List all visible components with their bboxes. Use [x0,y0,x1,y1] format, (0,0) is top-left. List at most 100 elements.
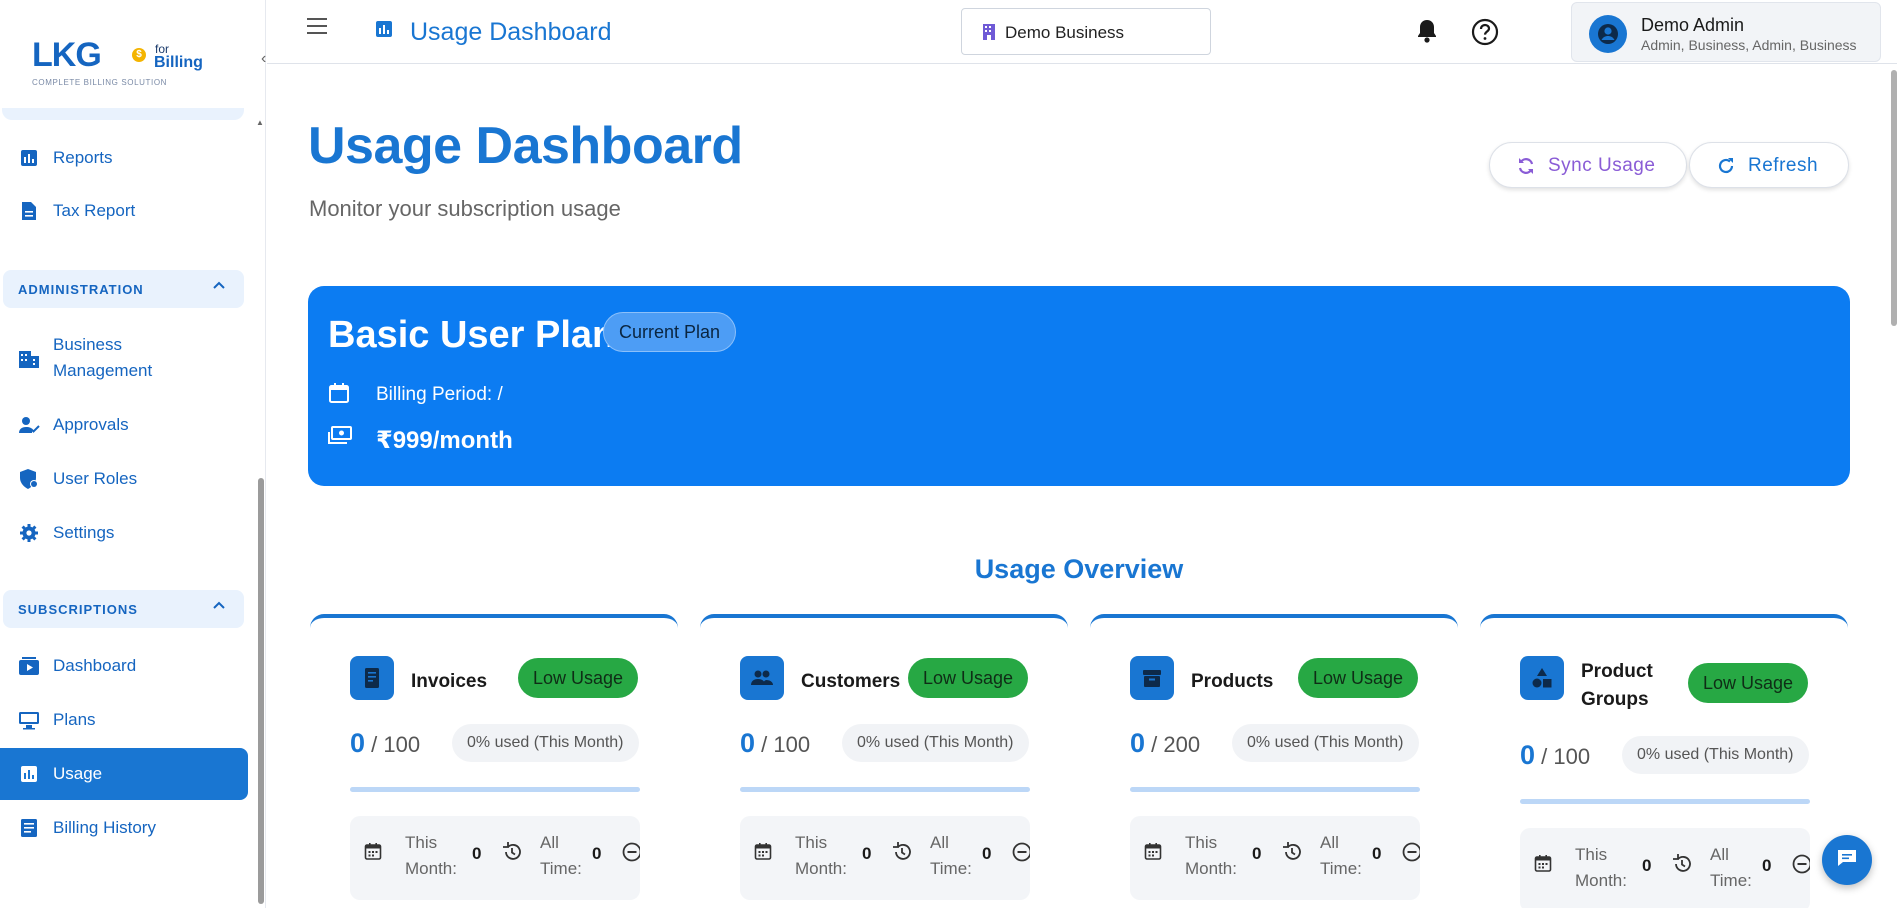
people-icon [740,656,784,700]
sidebar-item-plans[interactable]: Plans [0,707,248,733]
chevron-up-icon [212,598,226,617]
help-icon[interactable] [1471,18,1499,51]
user-name: Demo Admin [1641,15,1745,35]
all-time-value: 0 [592,844,602,863]
billing-period: Billing Period: / [376,384,503,405]
plan-name: Basic User Plan [328,314,616,356]
sidebar-item-label: User Roles [53,469,138,488]
plan-price: ₹999/month [376,427,513,454]
current-plan-card: Basic User Plan Current Plan Billing Per… [308,286,1850,486]
brand-name: LKG [32,36,102,74]
cash-icon [328,426,352,452]
menu-icon[interactable] [307,18,327,34]
section-header-label: SUBSCRIPTIONS [18,602,138,617]
refresh-label: Refresh [1748,155,1819,176]
usage-percent-chip: 0% used (This Month) [1232,724,1419,762]
usage-overview-title: Usage Overview [974,554,1184,584]
brand-logo[interactable]: LKG $ for Billing COMPLETE BILLING SOLUT… [30,34,230,90]
sidebar-scroll-fade [2,108,244,120]
top-header: Usage Dashboard Demo Business Demo Admin… [267,0,1897,64]
building-icon [982,23,996,46]
calendar-icon [328,382,350,410]
building-icon [18,348,40,370]
sidebar-item-label: Usage [53,764,103,783]
user-menu[interactable]: Demo Admin Admin, Business, Admin, Busin… [1571,2,1881,62]
this-month-label: This Month: [1185,833,1237,878]
bell-icon[interactable] [1415,18,1439,49]
usage-level-badge: Low Usage [518,658,638,698]
sidebar-item-user-roles[interactable]: User Roles [0,466,248,492]
usage-stats-panel: This Month: 0 All Time: 0 De [740,816,1030,900]
business-name: Demo Business [1005,23,1125,42]
sidebar-item-billing-history[interactable]: Billing History [0,815,248,841]
usage-percent-chip: 0% used (This Month) [1622,736,1809,774]
this-month-value: 0 [862,844,872,863]
usage-chart-icon [375,20,393,38]
scroll-up-arrow-icon[interactable]: ▲ [256,118,264,127]
sidebar-item-reports[interactable]: Reports [0,145,248,171]
usage-stats-panel: This Month: 0 All Time: 0 De [1130,816,1420,900]
usage-level-badge: Low Usage [1298,658,1418,698]
collapse-sidebar-icon[interactable]: ‹ [261,50,266,68]
usage-card-title: Invoices [411,671,488,692]
all-time-label: All Time: [1710,845,1752,890]
sidebar-item-business-management[interactable]: Business Management [0,332,248,386]
usage-card-title: Product Groups [1581,661,1653,710]
sync-usage-button[interactable]: Sync Usage [1489,142,1687,188]
sidebar-item-label: Business Management [53,335,153,380]
sidebar-item-tax-report[interactable]: Tax Report [0,198,248,224]
usage-percent-chip: 0% used (This Month) [452,724,639,762]
usage-card-product-groups: Product Groups Low Usage 0 / 100 0% used… [1480,614,1848,908]
business-selector[interactable]: Demo Business [961,8,1211,55]
refresh-icon [1716,156,1736,182]
sidebar-item-dashboard[interactable]: Dashboard [0,653,248,679]
this-month-label: This Month: [1575,845,1627,890]
section-header-administration[interactable]: ADMINISTRATION [3,270,244,308]
usage-card-customers: Customers Low Usage 0 / 100 0% used (Thi… [700,614,1068,908]
usage-count: 0 / 100 [350,728,420,759]
this-month-value: 0 [1252,844,1262,863]
shield-user-icon [18,468,40,490]
usage-stats-panel: This Month: 0 All Time: 0 [1520,828,1810,908]
calendar-icon [1534,854,1552,877]
coin-icon: $ [132,48,146,62]
usage-used: 0 [350,728,366,758]
usage-limit: / 100 [761,732,811,757]
minus-circle-icon [1402,842,1420,867]
minus-circle-icon [1012,842,1030,867]
chat-icon [1836,847,1858,874]
chat-button[interactable] [1822,835,1872,885]
usage-used: 0 [1520,740,1536,770]
usage-level-badge: Low Usage [908,658,1028,698]
sidebar-item-approvals[interactable]: Approvals [0,412,248,438]
document-icon [18,200,40,222]
avatar [1589,15,1627,53]
archive-icon [1130,656,1174,700]
minus-circle-icon [1792,854,1810,879]
user-check-icon [18,414,40,436]
sidebar-item-settings[interactable]: Settings [0,520,248,546]
sidebar-item-label: Tax Report [53,201,136,220]
all-time-label: All Time: [1320,833,1362,878]
usage-limit: / 200 [1151,732,1201,757]
this-month-value: 0 [1642,856,1652,875]
usage-card-invoices: Invoices Low Usage 0 / 100 0% used (This… [310,614,678,908]
sidebar-item-label: Billing History [53,818,156,837]
all-time-value: 0 [1762,856,1772,875]
this-month-label: This Month: [405,833,457,878]
sidebar-scrollbar-thumb[interactable] [258,478,264,904]
usage-level-badge: Low Usage [1688,663,1808,703]
bar-chart-icon [18,147,40,169]
refresh-button[interactable]: Refresh [1689,142,1849,188]
sidebar-item-label: Reports [53,148,113,167]
all-time-value: 0 [982,844,992,863]
section-header-subscriptions[interactable]: SUBSCRIPTIONS [3,590,244,628]
sidebar-item-usage[interactable]: Usage [0,748,248,800]
current-plan-badge: Current Plan [603,312,737,352]
user-roles: Admin, Business, Admin, Business [1641,37,1857,53]
sync-icon [1516,156,1536,182]
history-icon [1672,854,1692,879]
history-icon [1282,842,1302,867]
main-scrollbar-thumb[interactable] [1891,70,1897,326]
this-month-value: 0 [472,844,482,863]
